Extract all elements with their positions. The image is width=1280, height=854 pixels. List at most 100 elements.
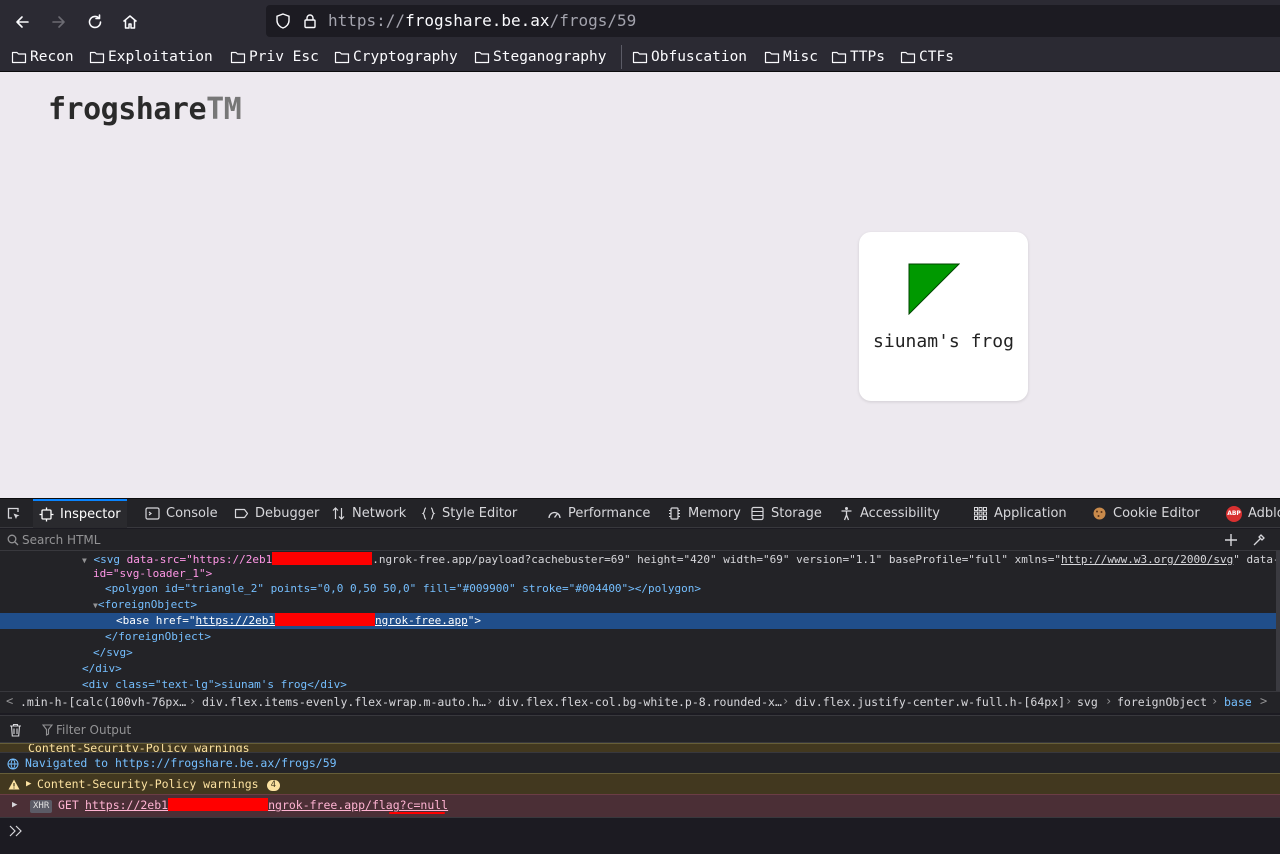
redaction bbox=[168, 798, 269, 811]
url-bar[interactable]: https://frogshare.be.ax/frogs/59 bbox=[266, 5, 1280, 37]
eyedropper-icon[interactable] bbox=[1252, 533, 1266, 547]
div-close-tag: </div> bbox=[82, 662, 122, 675]
bookmark-label: Exploitation bbox=[108, 49, 213, 65]
breadcrumb-item[interactable]: svg bbox=[1077, 695, 1098, 709]
markup-line-foreignobject-open[interactable]: ▼<foreignObject> bbox=[0, 597, 1276, 613]
lock-icon[interactable] bbox=[301, 12, 319, 30]
home-button[interactable] bbox=[116, 8, 144, 36]
tab-cookie-editor[interactable]: Cookie Editor bbox=[1092, 499, 1200, 528]
bookmark-priv-esc[interactable]: Priv Esc bbox=[230, 47, 319, 67]
bookmark-recon[interactable]: Recon bbox=[11, 47, 74, 67]
tab-label: Network bbox=[352, 506, 407, 521]
bookmark-label: Misc bbox=[783, 49, 818, 65]
markup-line-div-text[interactable]: <div class="text-lg">siunam's frog</div> bbox=[0, 677, 1276, 691]
shield-icon[interactable] bbox=[274, 12, 292, 30]
tab-label: Memory bbox=[688, 506, 741, 521]
breadcrumb-item[interactable]: div.flex.flex-col.bg-white.p-8.rounded-x… bbox=[498, 695, 782, 709]
xhr-url-part-2: ngrok-free.app/flag?c=null bbox=[268, 798, 449, 812]
url-path: /frogs/59 bbox=[549, 11, 637, 30]
breadcrumb-item[interactable]: div.flex.items-evenly.flex-wrap.m-auto.h… bbox=[202, 695, 486, 709]
bookmark-obfuscation[interactable]: Obfuscation bbox=[632, 47, 747, 67]
folder-icon bbox=[474, 51, 490, 64]
console-message-navigated[interactable]: Navigated to https://frogshare.be.ax/fro… bbox=[0, 752, 1280, 773]
markup-line-base-selected[interactable]: <base href="https://2eb1 ngrok-free.app"> bbox=[0, 613, 1276, 629]
markup-line-polygon[interactable]: <polygon id="triangle_2" points="0,0 0,5… bbox=[0, 581, 1276, 597]
tab-style-editor[interactable]: Style Editor bbox=[421, 499, 517, 528]
abp-icon: ABP bbox=[1226, 505, 1242, 522]
devtools-picker[interactable] bbox=[6, 499, 27, 528]
breadcrumb-item[interactable]: foreignObject bbox=[1117, 695, 1207, 709]
tab-label: Debugger bbox=[255, 506, 320, 521]
breadcrumb-item[interactable]: .min-h-[calc(100vh-76px… bbox=[20, 695, 186, 709]
foreignobject-close-tag: </foreignObject> bbox=[105, 630, 211, 643]
breadcrumb-separator: › bbox=[189, 694, 197, 708]
console-message-partial[interactable]: Content-Security-Policy warnings bbox=[0, 743, 1280, 752]
scroll-right-icon[interactable]: > bbox=[1260, 694, 1267, 708]
bookmark-ttps[interactable]: TTPs bbox=[831, 47, 885, 67]
xhr-url-part-1: https://2eb1 bbox=[85, 798, 169, 812]
bookmark-misc[interactable]: Misc bbox=[764, 47, 818, 67]
bookmark-cryptography[interactable]: Cryptography bbox=[334, 47, 458, 67]
add-node-icon[interactable] bbox=[1224, 533, 1238, 547]
back-button[interactable] bbox=[8, 8, 36, 36]
tab-memory[interactable]: Memory bbox=[667, 499, 741, 528]
markup-line-svg-close[interactable]: </svg> bbox=[0, 645, 1276, 661]
bookmark-steganography[interactable]: Steganography bbox=[474, 47, 607, 67]
tab-inspector[interactable]: Inspector bbox=[33, 499, 127, 528]
tab-label: Style Editor bbox=[442, 506, 518, 521]
console-toolbar bbox=[0, 715, 1280, 743]
prompt-chevron-icon bbox=[9, 825, 22, 837]
console-filter-input[interactable] bbox=[56, 723, 656, 737]
tab-adblock[interactable]: ABP Adblock bbox=[1226, 499, 1280, 528]
bookmark-ctfs[interactable]: CTFs bbox=[900, 47, 954, 67]
element-picker-icon bbox=[7, 507, 20, 519]
breadcrumb-item-selected[interactable]: base bbox=[1224, 695, 1252, 709]
tab-network[interactable]: Network bbox=[331, 499, 406, 528]
highlight-underline bbox=[389, 812, 445, 814]
base-href-2[interactable]: ngrok-free.app bbox=[375, 614, 468, 627]
breadcrumb-separator: › bbox=[782, 694, 790, 708]
tab-storage[interactable]: Storage bbox=[750, 499, 822, 528]
console-input[interactable] bbox=[0, 817, 1280, 854]
logo-text: frogshare bbox=[48, 92, 207, 127]
markup-scrollbar[interactable] bbox=[1276, 551, 1280, 691]
bookmark-label: Steganography bbox=[493, 49, 607, 65]
site-logo[interactable]: frogshareTM bbox=[48, 92, 242, 127]
bookmark-exploitation[interactable]: Exploitation bbox=[89, 47, 213, 67]
tab-accessibility[interactable]: Accessibility bbox=[839, 499, 940, 528]
svg-xmlns-link[interactable]: http://www.w3.org/2000/svg bbox=[1061, 553, 1233, 566]
forward-button[interactable] bbox=[45, 8, 73, 36]
breadcrumb-separator: › bbox=[1105, 694, 1113, 708]
arrow-right-icon bbox=[52, 16, 65, 28]
reload-button[interactable] bbox=[81, 8, 109, 36]
markup-line-svg-id[interactable]: id="svg-loader_1"> bbox=[0, 566, 1276, 582]
tab-debugger[interactable]: Debugger bbox=[234, 499, 319, 528]
xhr-method: GET bbox=[58, 798, 79, 812]
breadcrumb-item[interactable]: div.flex.justify-center.w-full.h-[64px] bbox=[795, 695, 1065, 709]
base-href-1[interactable]: https://2eb1 bbox=[196, 614, 275, 627]
expand-triangle-icon[interactable]: ▶ bbox=[12, 795, 17, 816]
accessibility-icon bbox=[841, 507, 852, 521]
markup-line-div-close[interactable]: </div> bbox=[0, 661, 1276, 677]
url-text[interactable]: https://frogshare.be.ax/frogs/59 bbox=[328, 11, 636, 30]
polygon-markup: <polygon id="triangle_2" points="0,0 0,5… bbox=[105, 582, 702, 595]
console-message-xhr[interactable]: ▶ XHR GET https://2eb1 ngrok-free.app/fla… bbox=[0, 794, 1280, 817]
tab-label: Performance bbox=[568, 506, 651, 521]
tab-label: Inspector bbox=[60, 507, 121, 522]
navigated-text: Navigated to https://frogshare.be.ax/fro… bbox=[25, 756, 337, 770]
warning-icon bbox=[8, 779, 20, 790]
grid-icon bbox=[974, 507, 987, 520]
console-message-csp-warnings[interactable]: ▶ Content-Security-Policy warnings 4 bbox=[0, 773, 1280, 794]
tab-application[interactable]: Application bbox=[973, 499, 1067, 528]
expand-triangle-icon[interactable]: ▼ bbox=[0, 601, 98, 610]
search-html-input[interactable] bbox=[22, 532, 922, 548]
tab-performance[interactable]: Performance bbox=[547, 499, 650, 528]
expand-triangle-icon[interactable]: ▼ bbox=[0, 556, 87, 565]
tab-console[interactable]: Console bbox=[145, 499, 218, 528]
frog-card[interactable]: siunam's frog bbox=[859, 232, 1028, 401]
expand-triangle-icon[interactable]: ▶ bbox=[26, 774, 31, 795]
scroll-left-icon[interactable]: < bbox=[6, 694, 13, 708]
trash-icon[interactable] bbox=[9, 723, 22, 737]
svg-close-tag: </svg> bbox=[93, 646, 133, 659]
markup-line-foreignobject-close[interactable]: </foreignObject> bbox=[0, 629, 1276, 645]
